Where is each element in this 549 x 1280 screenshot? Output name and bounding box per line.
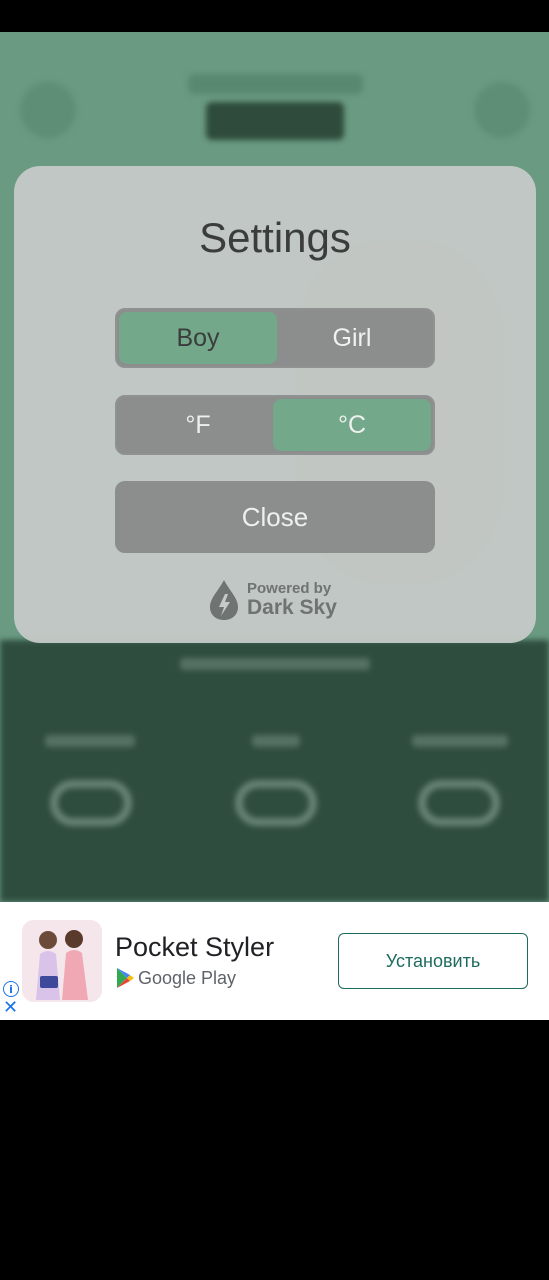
forecast-panel: [0, 640, 549, 902]
unit-option-celsius[interactable]: °C: [273, 399, 431, 451]
empty-area: [0, 1020, 549, 1280]
location-pill: [206, 102, 344, 140]
forecast-label: [45, 735, 135, 747]
ad-app-name[interactable]: Pocket Styler: [115, 932, 274, 963]
dark-sky-icon: [210, 580, 238, 620]
cloud-icon: [50, 780, 132, 826]
cloud-icon: [235, 780, 317, 826]
close-button[interactable]: Close: [115, 481, 435, 553]
gender-option-girl[interactable]: Girl: [273, 312, 431, 364]
dialog-title: Settings: [199, 214, 351, 261]
gender-toggle: Boy Girl: [115, 308, 435, 368]
dark-sky-label: Dark Sky: [247, 596, 337, 619]
unit-toggle: °F °C: [115, 395, 435, 455]
powered-by-dark-sky[interactable]: Powered by Dark Sky: [207, 578, 357, 622]
info-icon[interactable]: i: [3, 981, 19, 997]
settings-icon: [474, 82, 530, 138]
ad-banner[interactable]: Pocket Styler Google Play Установить i ✕: [0, 902, 549, 1020]
settings-dialog: Settings Boy Girl °F °C Close Powered by…: [14, 166, 536, 643]
gender-option-boy[interactable]: Boy: [119, 312, 277, 364]
powered-by-label: Powered by: [247, 580, 332, 597]
forecast-label: [412, 735, 508, 747]
close-icon[interactable]: ✕: [3, 999, 19, 1017]
forecast-heading: [180, 658, 370, 670]
menu-icon: [20, 82, 76, 138]
cloud-rain-icon: [418, 780, 500, 826]
ad-store-label: Google Play: [138, 968, 237, 988]
unit-option-fahrenheit[interactable]: °F: [119, 399, 277, 451]
forecast-label: [252, 735, 300, 747]
status-bar: [0, 0, 549, 32]
google-play-icon: [117, 968, 134, 988]
ad-app-image[interactable]: [22, 920, 102, 1002]
location-title: [188, 74, 363, 94]
install-button[interactable]: Установить: [338, 933, 528, 989]
